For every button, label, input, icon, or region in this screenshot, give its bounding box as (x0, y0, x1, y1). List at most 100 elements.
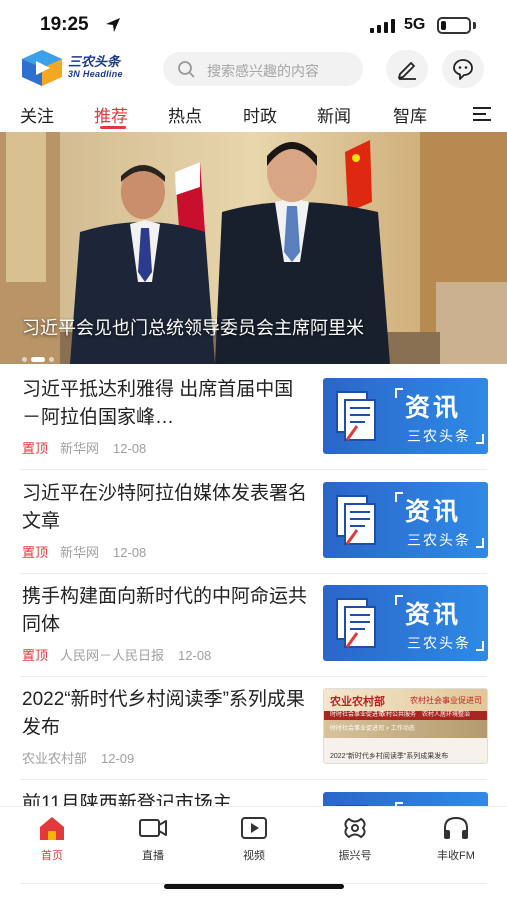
news-thumbnail: 资讯三农头条 (323, 482, 488, 558)
nav-video[interactable]: 视频 (224, 815, 284, 863)
app-logo-icon (22, 50, 62, 86)
news-source: 人民网－人民日报 (60, 648, 165, 663)
battery-icon (437, 17, 471, 34)
site-breadcrumb: 时时社会事业促进司 > 工作动态 (330, 726, 415, 732)
category-tabs: 关注 推荐 热点 时政 新闻 智库 (0, 94, 507, 132)
nav-zhenxing[interactable]: 振兴号 (325, 815, 385, 863)
tab-politics[interactable]: 时政 (243, 102, 277, 127)
site-nav-item: 农村公共服务 (380, 712, 417, 718)
bracket-decoration (395, 388, 403, 398)
home-icon (40, 817, 64, 840)
nav-fm[interactable]: 丰收FM (426, 815, 486, 863)
menu-icon[interactable] (472, 106, 492, 122)
bracket-decoration (395, 595, 403, 605)
thumb-title: 资讯 (405, 394, 462, 422)
site-article-title: 2022“新时代乡村阅读季”系列成果发布 (330, 753, 449, 760)
tab-thinktank[interactable]: 智库 (393, 102, 427, 127)
active-tab-indicator (100, 126, 126, 129)
site-title: 农业农村部 (330, 696, 385, 708)
battery-tip (473, 22, 476, 29)
video-camera-icon (139, 819, 167, 837)
pinned-badge: 置顶 (22, 545, 49, 560)
thumb-subtitle: 三农头条 (407, 428, 471, 444)
messages-button[interactable] (442, 50, 484, 88)
carousel-dots (22, 349, 58, 364)
bracket-decoration (476, 641, 484, 651)
thumb-subtitle: 三农头条 (407, 532, 471, 548)
nav-video-label: 视频 (243, 850, 265, 862)
news-date: 12-08 (113, 545, 147, 560)
news-date: 12-08 (178, 648, 212, 663)
headphones-icon (444, 816, 468, 839)
hero-banner[interactable]: 习近平会见也门总统领导委员会主席阿里米 (0, 132, 507, 364)
nav-home-label: 首页 (41, 850, 63, 862)
thumb-title: 资讯 (405, 498, 462, 526)
brand-wordmark: 三农头条 3N Headline (68, 54, 138, 80)
site-subtitle: 农村社会事业促进司 (410, 696, 482, 705)
news-meta: 置顶 人民网－人民日报 12-08 (22, 645, 211, 664)
knot-icon (344, 817, 366, 839)
tab-hot[interactable]: 热点 (168, 102, 202, 127)
news-title: 2022“新时代乡村阅读季”系列成果发布 (22, 689, 305, 738)
pinned-badge: 置顶 (22, 441, 49, 456)
news-item[interactable]: 携手构建面向新时代的中阿命运共同体置顶 人民网－人民日报 12-08 资讯三农头条 (0, 573, 507, 677)
app-header: 三农头条 3N Headline 搜索感兴趣的内容 (0, 46, 507, 94)
carousel-dot-active (31, 357, 45, 362)
thumb-title: 资讯 (405, 601, 462, 629)
nav-live-label: 直播 (142, 850, 164, 862)
news-title: 习近平抵达利雅得 出席首届中国－阿拉伯国家峰… (22, 379, 294, 428)
carousel-dot (49, 357, 54, 362)
news-item[interactable]: 2022“新时代乡村阅读季”系列成果发布 农业农村部 12-09 农业农村部 农村社会事… (0, 676, 507, 780)
site-nav: 时时社会事业促进司 农村公共服务 农村人居环境整治 (324, 711, 487, 720)
bracket-decoration (395, 492, 403, 502)
play-video-icon (241, 817, 267, 839)
document-icon (336, 391, 376, 441)
news-meta: 农业农村部 12-09 (22, 748, 134, 767)
news-thumbnail: 资讯三农头条 (323, 585, 488, 661)
signal-icon (370, 19, 395, 33)
nav-home[interactable]: 首页 (22, 815, 82, 863)
news-title: 习近平在沙特阿拉伯媒体发表署名文章 (22, 483, 307, 532)
news-thumbnail: 资讯三农头条 (323, 378, 488, 454)
site-nav-item: 农村人居环境整治 (422, 712, 471, 718)
tab-recommend[interactable]: 推荐 (94, 102, 128, 127)
nav-fm-label: 丰收FM (437, 850, 475, 862)
status-time: 19:25 (40, 14, 89, 35)
news-source: 农业农村部 (22, 751, 88, 766)
news-thumbnail: 农业农村部 农村社会事业促进司 时时社会事业促进司 农村公共服务 农村人居环境整治 时时社… (323, 688, 488, 764)
pinned-badge: 置顶 (22, 648, 49, 663)
tab-follow[interactable]: 关注 (20, 102, 54, 127)
home-indicator (164, 884, 344, 889)
news-source: 新华网 (60, 441, 100, 456)
nav-live[interactable]: 直播 (123, 815, 183, 863)
search-box[interactable]: 搜索感兴趣的内容 (163, 52, 363, 86)
bracket-decoration (476, 434, 484, 444)
brand-name-cn: 三农头条 (68, 54, 121, 69)
publish-button[interactable] (386, 50, 428, 88)
tab-news[interactable]: 新闻 (317, 102, 351, 127)
news-meta: 置顶 新华网 12-08 (22, 542, 146, 561)
document-icon (336, 495, 376, 545)
thumb-subtitle: 三农头条 (407, 635, 471, 651)
nav-zhenxing-label: 振兴号 (338, 850, 372, 862)
location-arrow-icon (106, 18, 120, 32)
chat-icon (453, 59, 473, 80)
news-title: 携手构建面向新时代的中阿命运共同体 (22, 586, 307, 635)
search-icon (178, 61, 195, 78)
search-placeholder: 搜索感兴趣的内容 (207, 63, 319, 79)
site-banner: 时时社会事业促进司 > 工作动态 (324, 720, 487, 738)
network-type: 5G (404, 16, 426, 33)
news-item[interactable]: 习近平抵达利雅得 出席首届中国－阿拉伯国家峰… 置顶 新华网 12-08 资讯三农头条 (0, 366, 507, 470)
site-header: 农业农村部 农村社会事业促进司 (324, 689, 487, 711)
news-item[interactable]: 习近平在沙特阿拉伯媒体发表署名文章置顶 新华网 12-08 资讯三农头条 (0, 470, 507, 574)
carousel-dot (22, 357, 27, 362)
news-meta: 置顶 新华网 12-08 (22, 438, 146, 457)
edit-icon (398, 62, 416, 80)
document-icon (336, 598, 376, 648)
news-date: 12-09 (101, 751, 135, 766)
hero-caption: 习近平会见也门总统领导委员会主席阿里米 (22, 318, 364, 338)
news-source: 新华网 (60, 545, 100, 560)
site-nav-item: 时时社会事业促进司 (330, 712, 385, 718)
status-bar: 19:25 5G (0, 0, 507, 46)
bracket-decoration (476, 538, 484, 548)
